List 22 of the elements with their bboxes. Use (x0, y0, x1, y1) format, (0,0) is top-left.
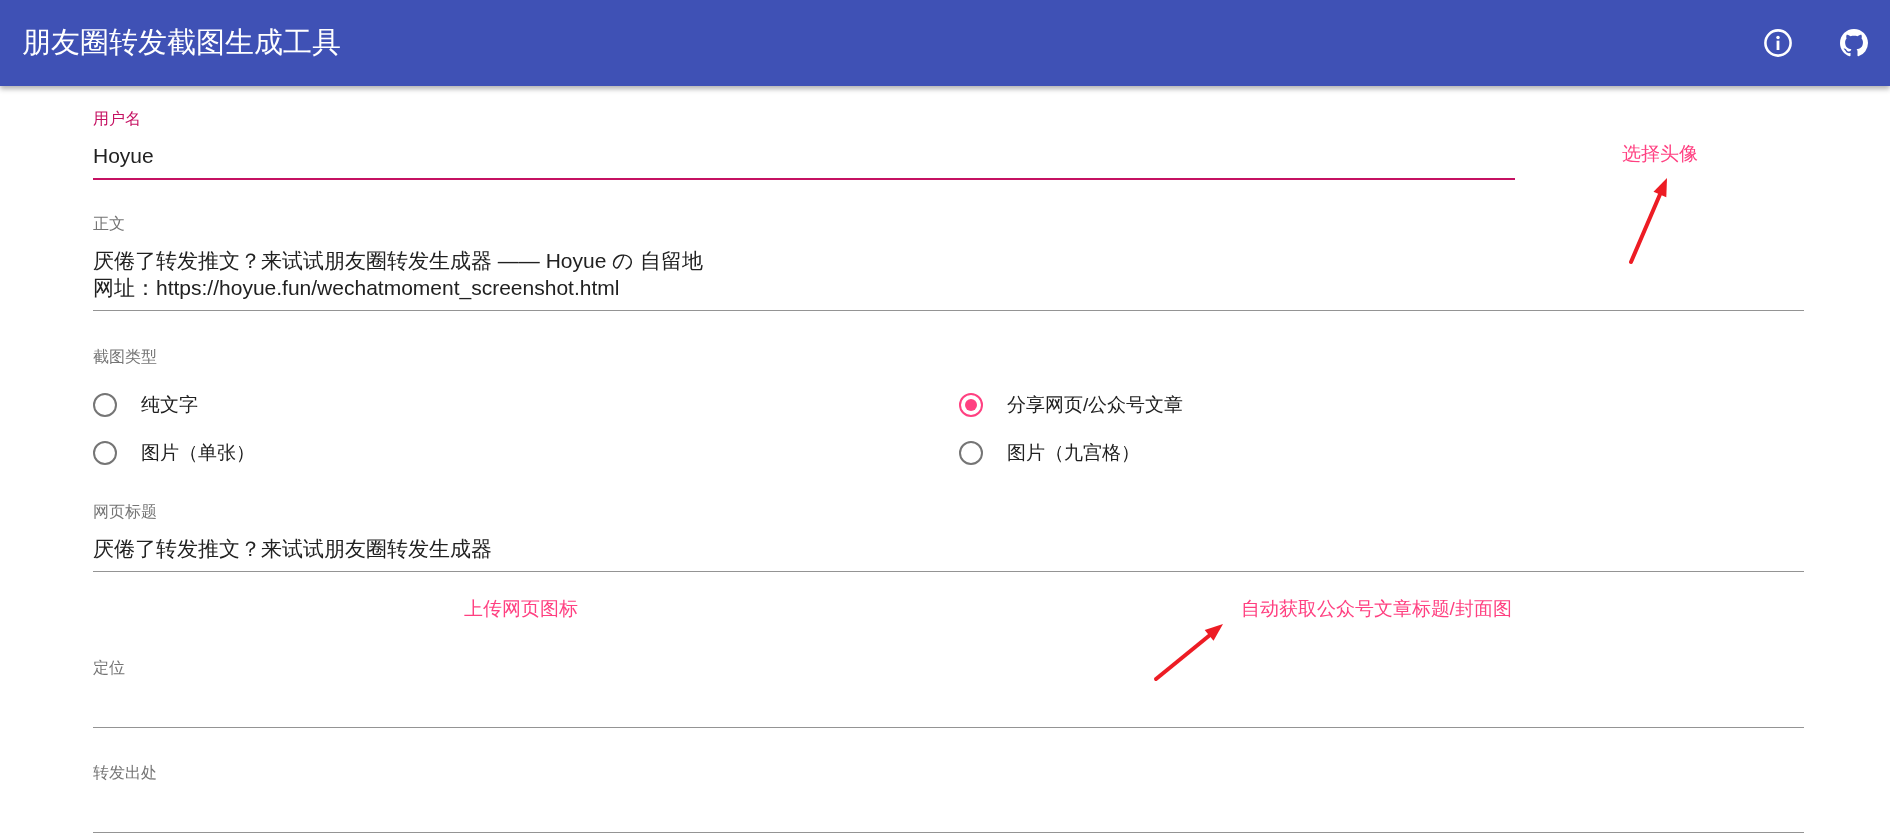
radio-button[interactable] (93, 393, 117, 417)
radio-button[interactable] (959, 393, 983, 417)
field-label: 定位 (93, 659, 126, 677)
radio-label[interactable]: 纯文字 (141, 393, 198, 417)
radio-button[interactable] (959, 441, 983, 465)
field-label: 转发出处 (93, 764, 158, 782)
field-label: 正文 (93, 215, 126, 233)
info-icon (1764, 29, 1792, 57)
field-label: 用户名 (93, 110, 142, 128)
location-field[interactable]: 定位 (93, 659, 1804, 728)
group-label: 截图类型 (93, 348, 158, 366)
radio-label[interactable]: 图片（单张） (141, 441, 255, 465)
app-title: 朋友圈转发截图生成工具 (22, 25, 341, 60)
github-icon (1840, 29, 1868, 57)
body-text-field[interactable]: 正文 厌倦了转发推文？来试试朋友圈转发生成器 —— Hoyue の 自留地 网址：https://hoyue.fun/wechatmoment_screenshot.html (93, 215, 1804, 311)
radio-button[interactable] (93, 441, 117, 465)
page-title-field[interactable]: 网页标题 厌倦了转发推文？来试试朋友圈转发生成器 (93, 503, 1804, 572)
forward-source-field[interactable]: 转发出处 (93, 764, 1804, 833)
username-field[interactable]: 用户名 Hoyue (93, 110, 1515, 180)
radio-label[interactable]: 分享网页/公众号文章 (1007, 393, 1184, 417)
field-label: 网页标题 (93, 503, 158, 521)
radio-label[interactable]: 图片（九宫格） (1007, 441, 1140, 465)
